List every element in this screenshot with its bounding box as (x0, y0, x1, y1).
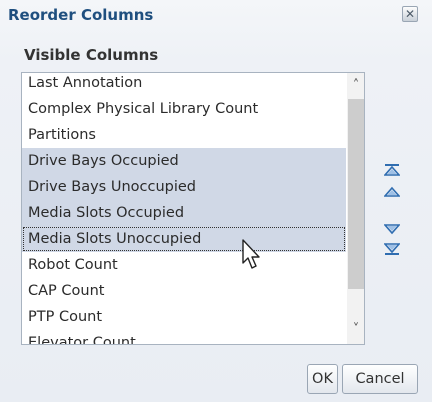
column-list-item[interactable]: Elevator Count (22, 330, 346, 344)
scroll-down-icon[interactable]: ˅ (347, 319, 364, 341)
column-list-item[interactable]: Partitions (22, 122, 346, 148)
mouse-pointer-icon (242, 239, 260, 269)
ok-button[interactable]: OK (307, 364, 338, 394)
visible-columns-label: Visible Columns (24, 46, 159, 64)
column-list-item[interactable]: Drive Bays Unoccupied (22, 174, 346, 200)
column-list-item[interactable]: Media Slots Unoccupied (22, 226, 346, 252)
move-to-top-icon[interactable] (384, 163, 400, 177)
visible-columns-list[interactable]: Last Annotation Complex Physical Library … (21, 72, 365, 345)
dialog-title: Reorder Columns (8, 6, 154, 24)
column-list-item[interactable]: Media Slots Occupied (22, 200, 346, 226)
scrollbar-thumb[interactable] (348, 99, 364, 289)
reorder-columns-dialog: Reorder Columns ✕ Visible Columns Last A… (0, 0, 432, 402)
move-to-bottom-icon[interactable] (384, 242, 400, 256)
column-list-item[interactable]: CAP Count (22, 278, 346, 304)
column-list-item[interactable]: Drive Bays Occupied (22, 148, 346, 174)
column-list-item[interactable]: Complex Physical Library Count (22, 96, 346, 122)
close-icon[interactable]: ✕ (402, 6, 418, 22)
column-list-item[interactable]: Last Annotation (22, 73, 346, 96)
move-up-icon[interactable] (384, 185, 400, 199)
cancel-button[interactable]: Cancel (342, 364, 418, 394)
list-scrollbar[interactable]: ˄ ˅ (347, 73, 364, 344)
scroll-up-icon[interactable]: ˄ (347, 75, 364, 97)
move-down-icon[interactable] (384, 222, 400, 236)
column-list-item[interactable]: Robot Count (22, 252, 346, 278)
column-list-item[interactable]: PTP Count (22, 304, 346, 330)
